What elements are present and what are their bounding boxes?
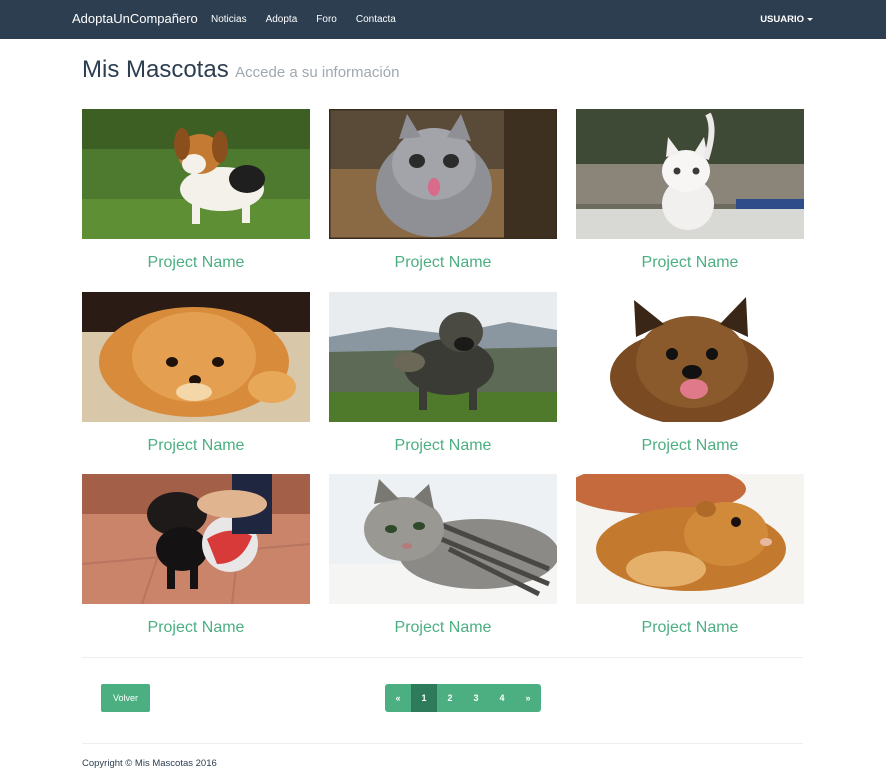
nav-link-noticias[interactable]: Noticias — [211, 14, 247, 25]
divider — [82, 657, 803, 658]
back-button[interactable]: Volver — [101, 684, 150, 712]
nav-link-contacta[interactable]: Contacta — [356, 14, 396, 25]
pagination-next[interactable]: » — [515, 684, 541, 712]
brand-link[interactable]: AdoptaUnCompañero — [72, 11, 198, 26]
pagination-page-3[interactable]: 3 — [463, 684, 489, 712]
footer-copyright: Copyright © Mis Mascotas 2016 — [82, 758, 217, 769]
pomeranian-photo[interactable] — [82, 292, 310, 422]
nav-links: Noticias Adopta Foro Contacta — [211, 14, 415, 25]
nav-link-adopta[interactable]: Adopta — [266, 14, 298, 25]
pet-card: Project Name — [329, 474, 557, 637]
pet-card: Project Name — [82, 109, 310, 272]
pet-name-link[interactable]: Project Name — [329, 437, 557, 455]
pet-name-link[interactable]: Project Name — [329, 619, 557, 637]
pet-name-link[interactable]: Project Name — [576, 254, 804, 272]
beagle-puppy-photo[interactable] — [82, 109, 310, 239]
pet-card: Project Name — [82, 292, 310, 455]
pagination-page-2[interactable]: 2 — [437, 684, 463, 712]
terrier-photo[interactable] — [576, 292, 804, 422]
hamster-photo[interactable] — [576, 474, 804, 604]
user-dropdown-label: USUARIO — [760, 14, 804, 25]
pagination: « 1 2 3 4 » — [385, 684, 541, 712]
pet-card: Project Name — [329, 292, 557, 455]
pagination-page-1[interactable]: 1 — [411, 684, 437, 712]
navbar: AdoptaUnCompañero Noticias Adopta Foro C… — [0, 0, 886, 39]
pet-name-link[interactable]: Project Name — [82, 619, 310, 637]
page-subtitle: Accede a su información — [235, 64, 400, 81]
grey-kitten-photo[interactable] — [329, 109, 557, 239]
page-title: Mis Mascotas — [82, 56, 229, 83]
shepherd-dog-photo[interactable] — [329, 292, 557, 422]
pet-card: Project Name — [576, 109, 804, 272]
pagination-page-4[interactable]: 4 — [489, 684, 515, 712]
user-dropdown[interactable]: USUARIO — [760, 14, 813, 25]
pet-card: Project Name — [576, 474, 804, 637]
pagination-prev[interactable]: « — [385, 684, 411, 712]
pet-name-link[interactable]: Project Name — [82, 437, 310, 455]
pet-name-link[interactable]: Project Name — [576, 619, 804, 637]
pet-card: Project Name — [576, 292, 804, 455]
white-kitten-photo[interactable] — [576, 109, 804, 239]
tabby-cat-photo[interactable] — [329, 474, 557, 604]
pet-name-link[interactable]: Project Name — [82, 254, 310, 272]
pet-card: Project Name — [82, 474, 310, 637]
pet-name-link[interactable]: Project Name — [329, 254, 557, 272]
pet-name-link[interactable]: Project Name — [576, 437, 804, 455]
page-header: Mis Mascotas Accede a su información — [82, 56, 399, 84]
divider — [82, 743, 803, 744]
caret-down-icon — [807, 17, 813, 21]
puppy-with-ball-photo[interactable] — [82, 474, 310, 604]
nav-link-foro[interactable]: Foro — [316, 14, 337, 25]
pet-card: Project Name — [329, 109, 557, 272]
